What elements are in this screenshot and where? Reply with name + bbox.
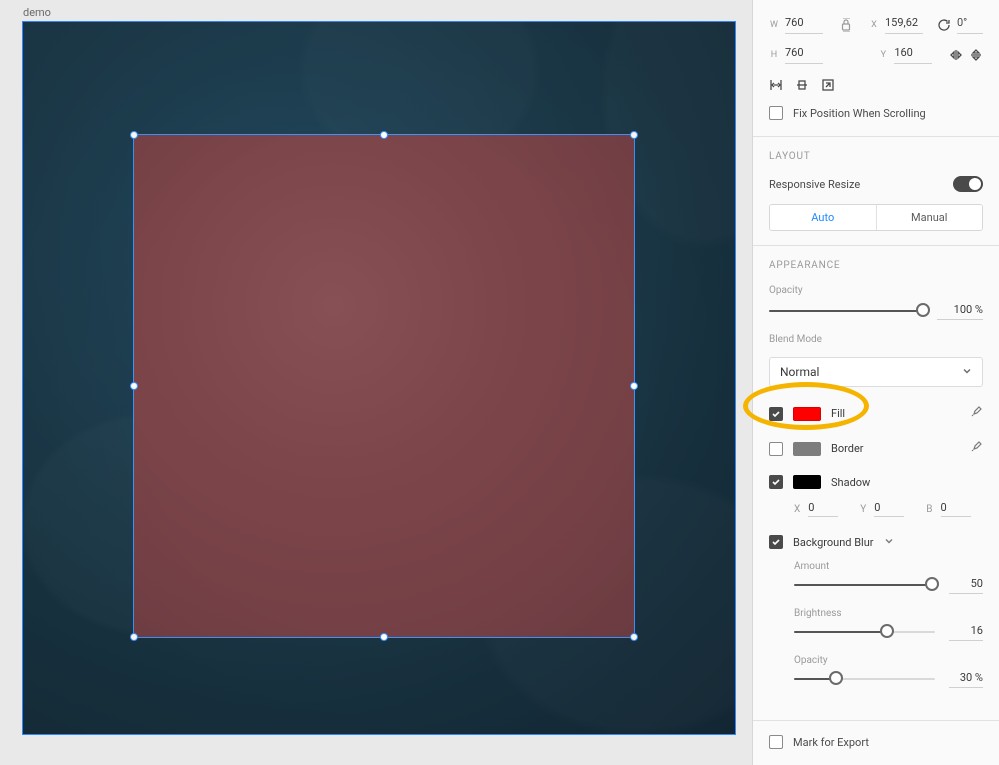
- opacity-slider[interactable]: [769, 302, 923, 320]
- x-label: X: [869, 20, 879, 30]
- resize-handle[interactable]: [130, 633, 138, 641]
- shadow-x-input[interactable]: 0: [808, 501, 838, 517]
- fill-checkbox[interactable]: [769, 407, 783, 421]
- brightness-value[interactable]: 16: [949, 624, 983, 641]
- fill-label: Fill: [831, 407, 845, 420]
- fix-position-label: Fix Position When Scrolling: [793, 107, 926, 120]
- export-section: Mark for Export: [753, 720, 999, 765]
- fill-swatch[interactable]: [793, 407, 821, 421]
- artboard[interactable]: [23, 22, 735, 734]
- responsive-resize-label: Responsive Resize: [769, 178, 860, 191]
- responsive-resize-toggle[interactable]: [953, 176, 983, 192]
- layout-section: LAYOUT Responsive Resize Auto Manual: [753, 137, 999, 245]
- x-input[interactable]: 159,62: [885, 16, 923, 34]
- resize-handle[interactable]: [630, 382, 638, 390]
- resize-handle[interactable]: [630, 633, 638, 641]
- flip-horizontal-icon[interactable]: [949, 48, 963, 62]
- align-edges-icon[interactable]: [769, 78, 783, 92]
- border-label: Border: [831, 442, 864, 455]
- artboard-name[interactable]: demo: [23, 6, 51, 19]
- blur-opacity-label: Opacity: [794, 655, 983, 666]
- bg-blur-checkbox[interactable]: [769, 535, 783, 549]
- rotate-icon[interactable]: [937, 18, 951, 32]
- inspector-panel: W 760 X 159,62 0° H 760: [752, 0, 999, 765]
- scale-icon[interactable]: [821, 78, 835, 92]
- layout-title: LAYOUT: [769, 151, 983, 162]
- selected-shape[interactable]: [133, 134, 635, 638]
- mark-export-checkbox[interactable]: [769, 735, 783, 749]
- amount-value[interactable]: 50: [949, 577, 983, 594]
- resize-handle[interactable]: [630, 131, 638, 139]
- appearance-section: APPEARANCE Opacity 100 % Blend Mode Norm…: [753, 246, 999, 708]
- resize-mode-segment[interactable]: Auto Manual: [769, 204, 983, 231]
- resize-mode-auto[interactable]: Auto: [770, 205, 876, 230]
- shadow-b-label: B: [926, 504, 932, 515]
- shadow-checkbox[interactable]: [769, 475, 783, 489]
- blur-opacity-slider[interactable]: [794, 670, 935, 688]
- blend-mode-value: Normal: [780, 365, 819, 379]
- resize-handle[interactable]: [380, 131, 388, 139]
- height-input[interactable]: 760: [785, 46, 823, 64]
- resize-handle[interactable]: [380, 633, 388, 641]
- transform-section: W 760 X 159,62 0° H 760: [753, 0, 999, 136]
- resize-handle[interactable]: [130, 382, 138, 390]
- chevron-down-icon: [962, 365, 972, 379]
- shadow-b-input[interactable]: 0: [941, 501, 971, 517]
- shadow-x-label: X: [794, 504, 800, 515]
- chevron-down-icon[interactable]: [884, 536, 894, 549]
- y-label: Y: [878, 50, 888, 60]
- width-input[interactable]: 760: [785, 16, 823, 34]
- resize-handle[interactable]: [130, 131, 138, 139]
- blur-opacity-value[interactable]: 30 %: [949, 671, 983, 688]
- blend-mode-label: Blend Mode: [769, 334, 983, 345]
- border-swatch[interactable]: [793, 442, 821, 456]
- amount-label: Amount: [794, 561, 983, 572]
- shadow-y-input[interactable]: 0: [874, 501, 904, 517]
- flip-vertical-icon[interactable]: [969, 48, 983, 62]
- resize-mode-manual[interactable]: Manual: [876, 205, 983, 230]
- shadow-swatch[interactable]: [793, 475, 821, 489]
- lock-aspect-icon[interactable]: [841, 18, 851, 32]
- border-checkbox[interactable]: [769, 442, 783, 456]
- y-input[interactable]: 160: [894, 46, 932, 64]
- brightness-label: Brightness: [794, 608, 983, 619]
- appearance-title: APPEARANCE: [769, 260, 983, 271]
- align-center-icon[interactable]: [795, 78, 809, 92]
- amount-slider[interactable]: [794, 576, 935, 594]
- height-label: H: [769, 50, 779, 60]
- canvas-area[interactable]: demo: [0, 0, 752, 765]
- width-label: W: [769, 20, 779, 30]
- fix-position-checkbox[interactable]: [769, 106, 783, 120]
- shadow-y-label: Y: [860, 504, 866, 515]
- rotation-input[interactable]: 0°: [957, 16, 983, 34]
- mark-export-label: Mark for Export: [793, 736, 869, 749]
- opacity-value[interactable]: 100 %: [937, 303, 983, 320]
- shadow-label: Shadow: [831, 476, 870, 489]
- eyedropper-icon[interactable]: [969, 440, 983, 457]
- brightness-slider[interactable]: [794, 623, 935, 641]
- selection-box: [133, 134, 635, 638]
- bg-blur-label: Background Blur: [793, 536, 874, 549]
- blend-mode-select[interactable]: Normal: [769, 357, 983, 387]
- opacity-label: Opacity: [769, 285, 983, 296]
- eyedropper-icon[interactable]: [969, 405, 983, 422]
